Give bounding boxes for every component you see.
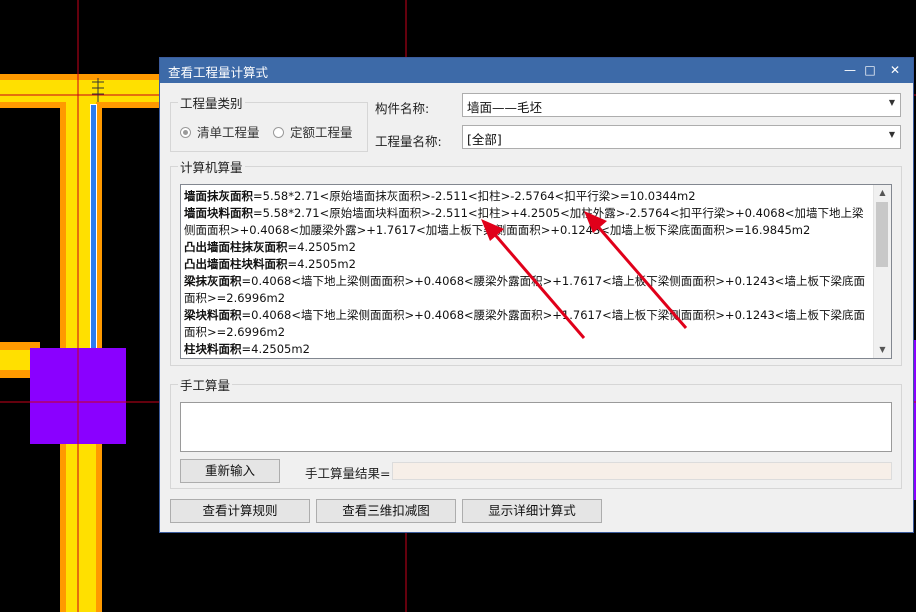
red-arrow-1 [481, 219, 586, 339]
red-arrow-2 [584, 211, 688, 329]
annotation-arrows [481, 211, 688, 339]
